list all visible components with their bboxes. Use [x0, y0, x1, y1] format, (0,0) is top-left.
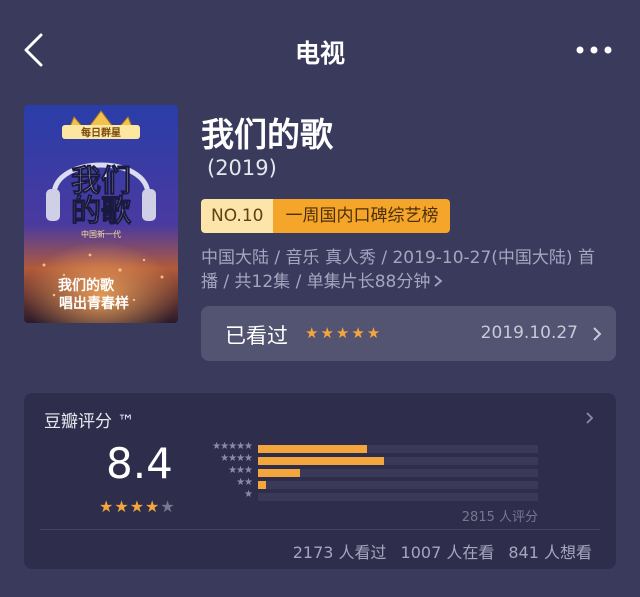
rating-title: 豆瓣评分 ™: [44, 412, 135, 432]
watched-date: 2019.10.27: [480, 323, 578, 343]
distribution-track: [258, 481, 538, 489]
poster-slogan-line2: 唱出青春样: [59, 295, 129, 312]
distribution-row-1-star: ★: [194, 489, 564, 503]
rating-score: 8.4: [106, 439, 173, 488]
chevron-right-icon: [434, 275, 443, 287]
audience-stats: 2173 人看过 1007 人在看 841 人想看: [279, 539, 592, 563]
chevron-right-icon: [586, 412, 594, 424]
rank-label: 一周国内口碑综艺榜: [273, 199, 451, 233]
distribution-star-label: ★★★★★: [212, 441, 253, 452]
rating-count: 2815 人评分: [461, 510, 538, 525]
divider: [40, 529, 600, 530]
show-title: 我们的歌: [201, 115, 333, 154]
rating-stars: ★★★★★: [99, 497, 176, 516]
watched-label: 已看过: [225, 324, 288, 348]
distribution-star-label: ★★★★: [220, 453, 253, 464]
poster-image[interactable]: 每日群星 我们 的歌 中国新一代 我们的歌 唱出青春样: [24, 105, 178, 323]
distribution-track: [258, 469, 538, 477]
rank-number: NO.10: [201, 199, 274, 233]
show-year: (2019): [207, 156, 277, 180]
watched-status-button[interactable]: 已看过 ★★★★★ 2019.10.27: [201, 306, 616, 361]
distribution-star-label: ★: [244, 489, 253, 500]
page-title: 电视: [294, 39, 345, 68]
chevron-right-icon: [593, 327, 602, 341]
distribution-bar: [258, 457, 384, 465]
distribution-bar: [258, 445, 367, 453]
show-meta-text: 中国大陆 / 音乐 真人秀 / 2019-10-27(中国大陆) 首播 / 共1…: [201, 248, 595, 292]
nav-bar: 电视: [0, 0, 640, 100]
more-horizontal-icon[interactable]: [572, 36, 616, 64]
poster-logo-line2: 的歌: [71, 194, 132, 229]
distribution-star-label: ★★: [236, 477, 253, 488]
show-meta[interactable]: 中国大陆 / 音乐 真人秀 / 2019-10-27(中国大陆) 首播 / 共1…: [201, 246, 611, 294]
want-count: 841 人想看: [508, 543, 592, 562]
rank-badge[interactable]: NO.10 一周国内口碑综艺榜: [201, 199, 451, 233]
user-rating-stars: ★★★★★: [305, 324, 383, 342]
distribution-bar: [258, 469, 300, 477]
distribution-track: [258, 493, 538, 501]
watched-count: 2173 人看过: [292, 543, 387, 562]
distribution-bar: [258, 481, 266, 489]
poster-slogan-line1: 我们的歌: [58, 277, 115, 294]
poster-logo-sub: 中国新一代: [81, 229, 121, 239]
poster-banner-text: 每日群星: [81, 126, 121, 139]
distribution-star-label: ★★★: [228, 465, 253, 476]
watching-count: 1007 人在看: [400, 543, 495, 562]
rating-card[interactable]: 豆瓣评分 ™ 8.4 ★★★★★ ★★★★★ ★★★★ ★★★ ★★ ★ 2815 人评…: [24, 393, 616, 569]
